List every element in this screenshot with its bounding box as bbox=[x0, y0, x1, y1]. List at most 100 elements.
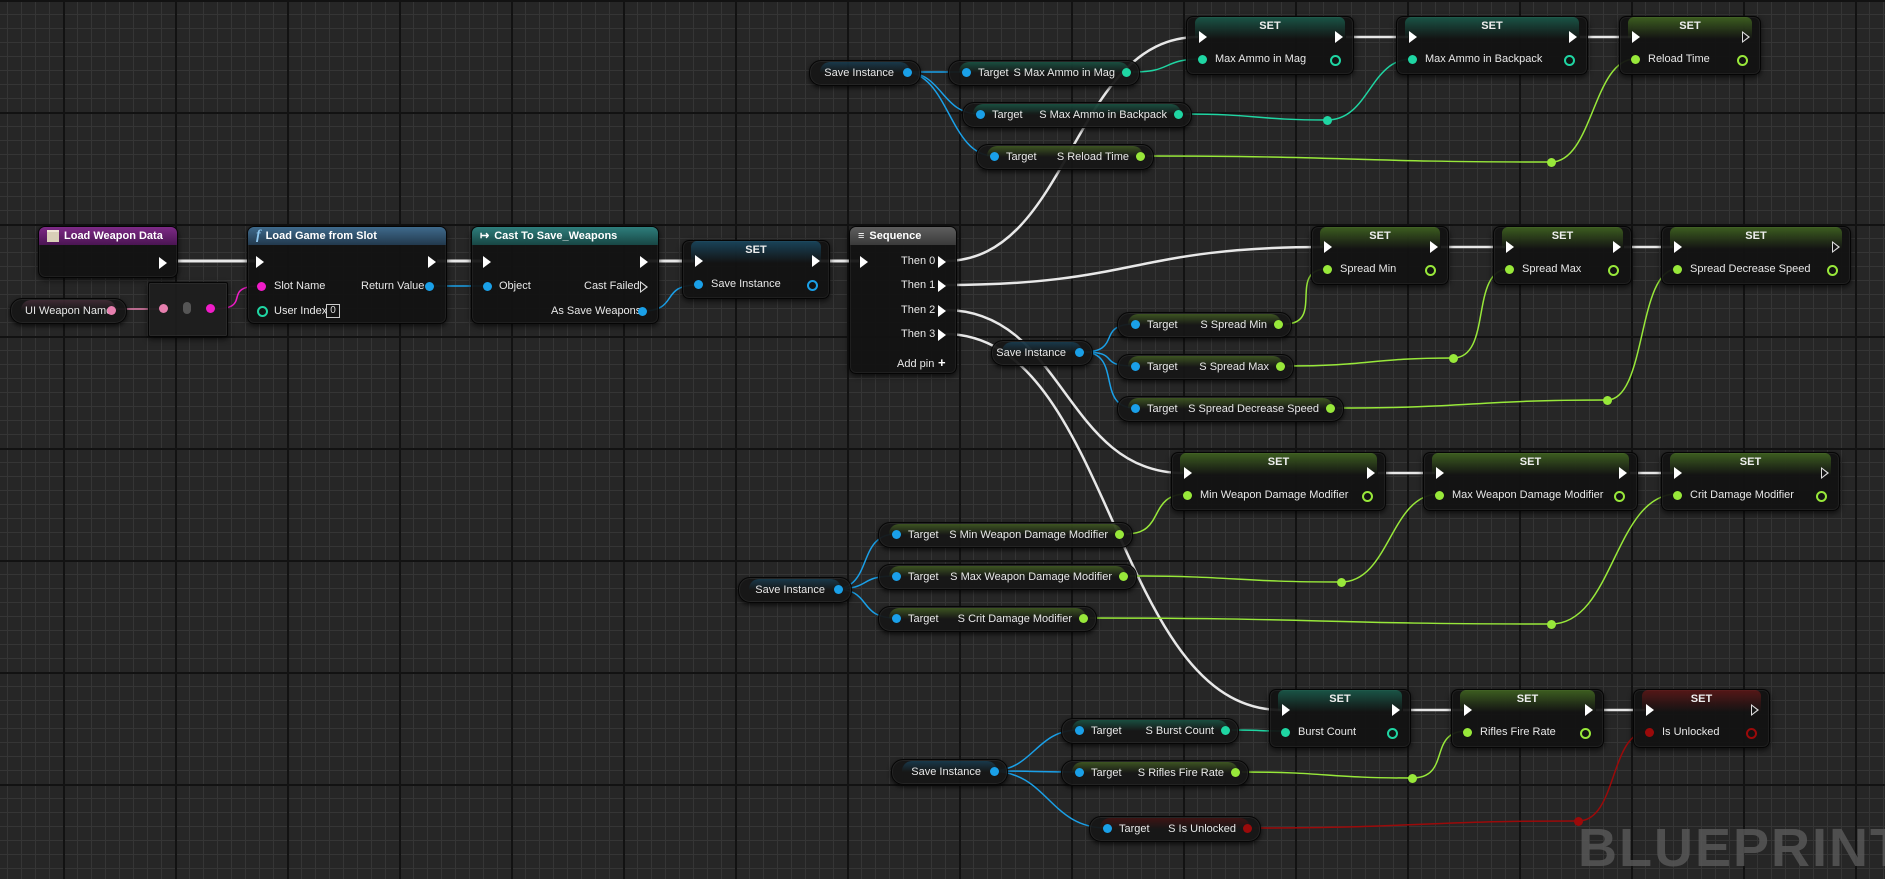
reroute-node[interactable] bbox=[1337, 578, 1346, 587]
exec-in-pin[interactable] bbox=[483, 256, 491, 268]
set-save-instance-node[interactable]: SET Save Instance bbox=[682, 240, 830, 299]
exec-out-pin[interactable] bbox=[1742, 31, 1750, 43]
getter-node[interactable]: Target S Reload Time bbox=[976, 144, 1154, 170]
value-in-pin[interactable] bbox=[1198, 55, 1207, 64]
exec-in-pin[interactable] bbox=[1646, 704, 1654, 716]
getter-node[interactable]: Target S Spread Decrease Speed bbox=[1117, 396, 1344, 422]
exec-out-pin[interactable] bbox=[640, 256, 648, 268]
exec-out-pin[interactable] bbox=[1613, 241, 1621, 253]
event-node-load-weapon-data[interactable]: Load Weapon Data bbox=[38, 226, 178, 278]
set-node[interactable]: SET Max Ammo in Mag bbox=[1186, 16, 1354, 75]
cast-failed-pin[interactable] bbox=[640, 281, 648, 293]
load-game-from-slot-node[interactable]: f Load Game from Slot Slot Name User Ind… bbox=[247, 226, 447, 324]
getter-node[interactable]: Target S Spread Max bbox=[1117, 354, 1294, 380]
value-out-pin[interactable] bbox=[1119, 572, 1128, 581]
value-out-pin[interactable] bbox=[1362, 491, 1373, 502]
exec-out-pin[interactable] bbox=[159, 257, 167, 269]
set-node[interactable]: SET Burst Count bbox=[1269, 689, 1411, 748]
exec-in-pin[interactable] bbox=[860, 256, 868, 268]
value-out-pin[interactable] bbox=[1079, 614, 1088, 623]
value-out-pin[interactable] bbox=[1387, 728, 1398, 739]
target-pin[interactable] bbox=[1131, 320, 1140, 329]
exec-in-pin[interactable] bbox=[695, 255, 703, 267]
reroute-node[interactable] bbox=[1547, 620, 1556, 629]
value-out-pin[interactable] bbox=[1827, 265, 1838, 276]
value-out-pin[interactable] bbox=[1425, 265, 1436, 276]
then-2-pin[interactable] bbox=[938, 305, 946, 317]
plus-icon[interactable]: + bbox=[938, 355, 946, 370]
value-in-pin[interactable] bbox=[1281, 728, 1290, 737]
set-node[interactable]: SET Spread Decrease Speed bbox=[1661, 226, 1851, 285]
target-pin[interactable] bbox=[892, 530, 901, 539]
value-out-pin[interactable] bbox=[1580, 728, 1591, 739]
exec-in-pin[interactable] bbox=[1282, 704, 1290, 716]
exec-in-pin[interactable] bbox=[1184, 467, 1192, 479]
exec-in-pin[interactable] bbox=[1199, 31, 1207, 43]
reroute-node[interactable] bbox=[1603, 396, 1612, 405]
getter-node[interactable]: Target S Spread Min bbox=[1117, 312, 1292, 338]
target-pin[interactable] bbox=[990, 152, 999, 161]
exec-out-pin[interactable] bbox=[1751, 704, 1759, 716]
var-save-instance[interactable]: Save Instance bbox=[809, 60, 921, 86]
exec-out-pin[interactable] bbox=[1367, 467, 1375, 479]
cast-to-save-weapons-node[interactable]: ↦ Cast To Save_Weapons Object Cast Faile… bbox=[471, 226, 659, 324]
exec-out-pin[interactable] bbox=[428, 256, 436, 268]
exec-in-pin[interactable] bbox=[256, 256, 264, 268]
value-out-pin[interactable] bbox=[1243, 824, 1252, 833]
exec-in-pin[interactable] bbox=[1506, 241, 1514, 253]
exec-in-pin[interactable] bbox=[1674, 467, 1682, 479]
target-pin[interactable] bbox=[1075, 768, 1084, 777]
then-1-pin[interactable] bbox=[938, 280, 946, 292]
value-out-pin[interactable] bbox=[1276, 362, 1285, 371]
exec-in-pin[interactable] bbox=[1632, 31, 1640, 43]
save-instance-in-pin[interactable] bbox=[694, 280, 703, 289]
target-pin[interactable] bbox=[1131, 362, 1140, 371]
set-node[interactable]: SET Spread Max bbox=[1493, 226, 1632, 285]
object-out-pin[interactable] bbox=[834, 585, 843, 594]
sequence-node[interactable]: ≡ Sequence Then 0 Then 1 Then 2 Then 3 A… bbox=[849, 226, 957, 374]
then-3-pin[interactable] bbox=[938, 329, 946, 341]
var-save-instance[interactable]: Save Instance bbox=[991, 340, 1093, 366]
object-pin[interactable] bbox=[483, 282, 492, 291]
target-pin[interactable] bbox=[892, 572, 901, 581]
exec-out-pin[interactable] bbox=[1569, 31, 1577, 43]
value-out-pin[interactable] bbox=[1274, 320, 1283, 329]
getter-node[interactable]: Target S Is Unlocked bbox=[1089, 816, 1261, 842]
add-pin-button[interactable]: Add pin bbox=[897, 358, 934, 370]
target-pin[interactable] bbox=[1131, 404, 1140, 413]
exec-in-pin[interactable] bbox=[1674, 241, 1682, 253]
return-value-pin[interactable] bbox=[425, 282, 434, 291]
value-out-pin[interactable] bbox=[1174, 110, 1183, 119]
value-out-pin[interactable] bbox=[1816, 491, 1827, 502]
getter-node[interactable]: Target S Crit Damage Modifier bbox=[878, 606, 1097, 632]
target-pin[interactable] bbox=[1075, 726, 1084, 735]
target-pin[interactable] bbox=[892, 614, 901, 623]
set-node[interactable]: SET Max Ammo in Backpack bbox=[1396, 16, 1588, 75]
set-node[interactable]: SET Reload Time bbox=[1619, 16, 1761, 75]
exec-in-pin[interactable] bbox=[1409, 31, 1417, 43]
value-out-pin[interactable] bbox=[1122, 68, 1131, 77]
getter-node[interactable]: Target S Burst Count bbox=[1061, 718, 1239, 744]
value-in-pin[interactable] bbox=[1435, 491, 1444, 500]
value-out-pin[interactable] bbox=[1221, 726, 1230, 735]
exec-out-pin[interactable] bbox=[1619, 467, 1627, 479]
target-pin[interactable] bbox=[962, 68, 971, 77]
save-instance-out-pin[interactable] bbox=[807, 280, 818, 291]
set-node[interactable]: SET Spread Min bbox=[1311, 226, 1449, 285]
value-out-pin[interactable] bbox=[1115, 530, 1124, 539]
conversion-node[interactable] bbox=[148, 282, 228, 337]
set-node[interactable]: SET Max Weapon Damage Modifier bbox=[1423, 452, 1638, 511]
value-in-pin[interactable] bbox=[1631, 55, 1640, 64]
exec-out-pin[interactable] bbox=[812, 255, 820, 267]
slot-name-pin[interactable] bbox=[257, 282, 266, 291]
value-in-pin[interactable] bbox=[1673, 265, 1682, 274]
value-out-pin[interactable] bbox=[1136, 152, 1145, 161]
exec-out-pin[interactable] bbox=[1585, 704, 1593, 716]
exec-in-pin[interactable] bbox=[1464, 704, 1472, 716]
as-save-weapons-pin[interactable] bbox=[638, 307, 647, 316]
string-out-pin[interactable] bbox=[107, 306, 116, 315]
value-in-pin[interactable] bbox=[1323, 265, 1332, 274]
getter-node[interactable]: Target S Rifles Fire Rate bbox=[1061, 760, 1249, 786]
value-in-pin[interactable] bbox=[1505, 265, 1514, 274]
reroute-node[interactable] bbox=[1574, 817, 1583, 826]
